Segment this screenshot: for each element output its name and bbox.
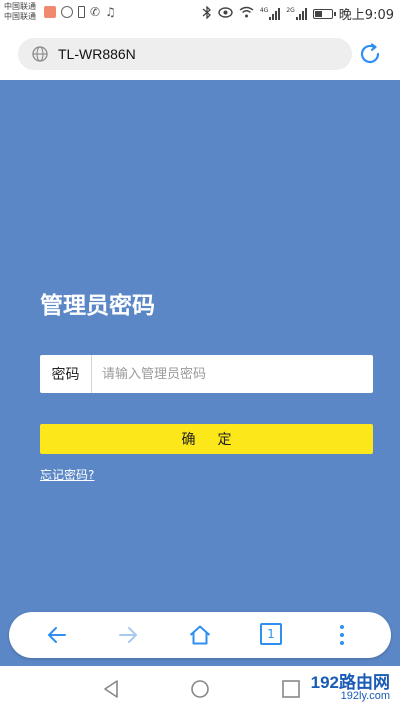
forgot-password-link[interactable]: 忘记密码? <box>40 466 94 483</box>
network-badge-1: 4G <box>259 6 269 14</box>
clock: 晚上9:09 <box>338 8 394 23</box>
login-page: 管理员密码 密码 确定 忘记密码? 1 <box>0 80 400 666</box>
tabs-icon[interactable]: 1 <box>260 623 282 645</box>
watermark: 192路由网 192ly.com <box>276 668 396 708</box>
signal-icon-1: 4G <box>259 6 281 20</box>
system-nav-bar: 192路由网 192ly.com <box>0 666 400 711</box>
back-arrow-icon[interactable] <box>45 623 69 647</box>
app-notification-icon <box>44 6 56 18</box>
carrier-info: 中国联通 中国联通 <box>4 2 36 22</box>
signal-icon-2: 2G <box>286 6 307 20</box>
password-label: 密码 <box>40 355 92 393</box>
chat-icon: ✆ <box>90 5 101 19</box>
carrier-1: 中国联通 <box>4 2 36 11</box>
eye-icon <box>218 6 233 21</box>
status-right: 4G 2G 晚上9:09 <box>202 4 394 23</box>
battery-icon <box>312 8 336 19</box>
url-text[interactable]: TL-WR886N <box>58 46 136 62</box>
forward-arrow-icon[interactable] <box>116 623 140 647</box>
watermark-sub: 192ly.com <box>340 690 390 702</box>
tab-count: 1 <box>267 627 275 641</box>
notification-icons: ✆ ♫ <box>44 6 116 18</box>
globe-icon <box>32 46 48 62</box>
bluetooth-icon <box>202 4 212 22</box>
more-icon[interactable] <box>330 623 354 647</box>
password-input[interactable] <box>92 355 373 393</box>
system-back-icon[interactable] <box>100 678 122 700</box>
wifi-icon <box>239 6 254 21</box>
carrier-2: 中国联通 <box>4 12 36 21</box>
page-title: 管理员密码 <box>40 293 155 319</box>
password-row: 密码 <box>40 355 373 393</box>
address-bar[interactable]: TL-WR886N <box>18 38 352 70</box>
qq-icon <box>61 6 73 18</box>
refresh-icon[interactable] <box>358 42 382 66</box>
status-bar: 中国联通 中国联通 ✆ ♫ 4G 2G 晚上9:09 <box>0 0 400 28</box>
phone-icon <box>78 6 85 18</box>
address-bar-area: TL-WR886N <box>0 28 400 80</box>
home-icon[interactable] <box>188 623 212 647</box>
network-badge-2: 2G <box>286 6 295 14</box>
browser-toolbar: 1 <box>9 612 391 658</box>
music-icon: ♫ <box>105 5 116 19</box>
confirm-button[interactable]: 确定 <box>40 424 373 454</box>
system-home-icon[interactable] <box>189 678 211 700</box>
